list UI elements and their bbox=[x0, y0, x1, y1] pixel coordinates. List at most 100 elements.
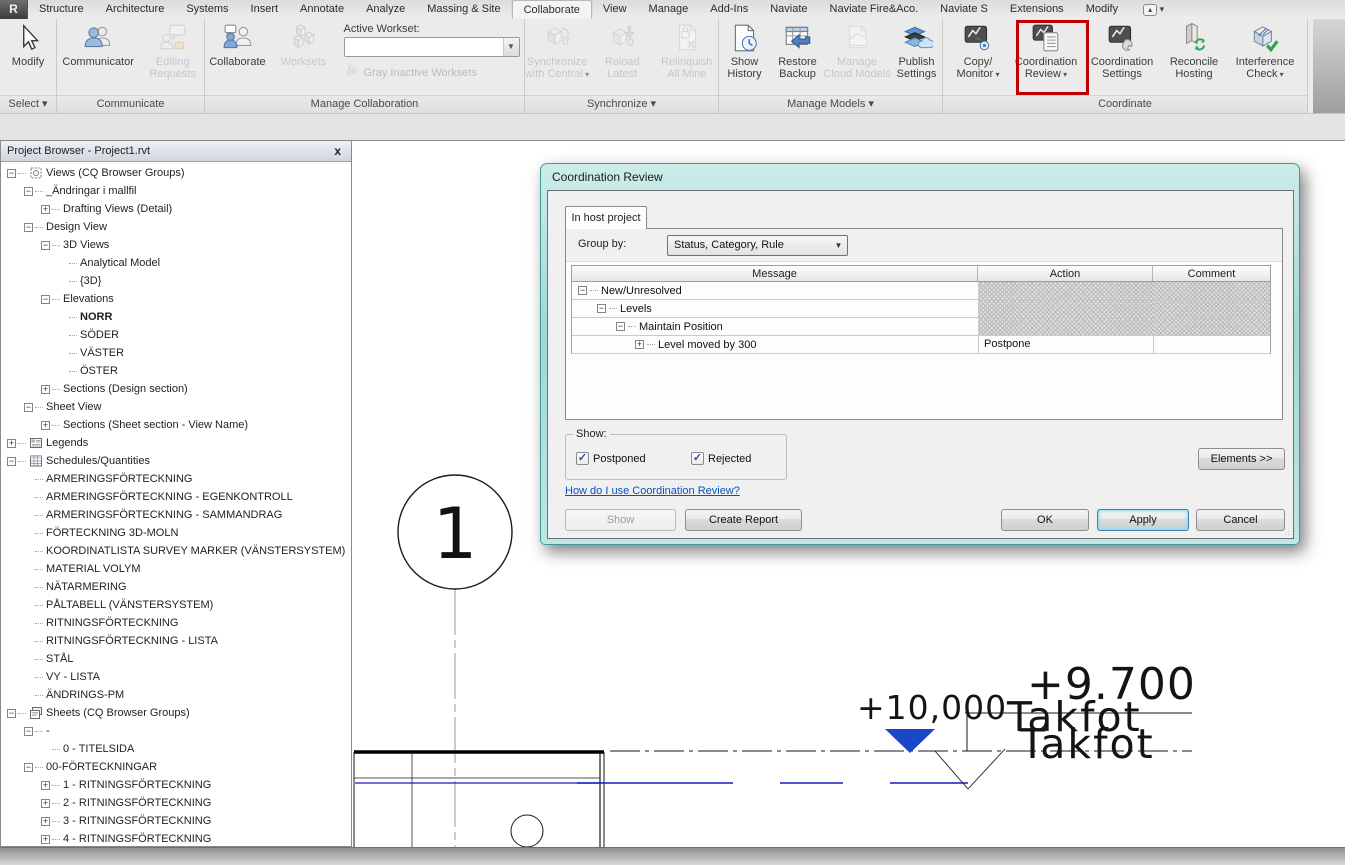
expand-icon[interactable]: + bbox=[41, 817, 50, 826]
table-row[interactable]: −Levels bbox=[571, 300, 1271, 318]
tree-item[interactable]: −Views (CQ Browser Groups) bbox=[1, 164, 351, 182]
tab-naviate-fire-aco-[interactable]: Naviate Fire&Aco. bbox=[819, 0, 930, 19]
tree-item[interactable]: RITNINGSFÖRTECKNING bbox=[1, 614, 351, 632]
collaborate-button[interactable]: Collaborate bbox=[206, 21, 270, 93]
panel-label-coordinate[interactable]: Coordinate bbox=[943, 95, 1307, 113]
tree-item[interactable]: VY - LISTA bbox=[1, 668, 351, 686]
tree-item[interactable]: STÅL bbox=[1, 650, 351, 668]
tree-item[interactable]: ARMERINGSFÖRTECKNING bbox=[1, 470, 351, 488]
expand-icon[interactable]: + bbox=[635, 340, 644, 349]
close-icon[interactable]: x bbox=[330, 144, 345, 158]
expand-icon[interactable]: + bbox=[41, 421, 50, 430]
tree-item[interactable]: −Elevations bbox=[1, 290, 351, 308]
tab-modify[interactable]: Modify bbox=[1075, 0, 1129, 19]
communicator-button[interactable]: Communicator bbox=[57, 21, 139, 93]
tree-item[interactable]: −00-FÖRTECKNINGAR bbox=[1, 758, 351, 776]
panel-label-manage-models[interactable]: Manage Models ▾ bbox=[719, 95, 942, 113]
tree-item[interactable]: Analytical Model bbox=[1, 254, 351, 272]
expand-icon[interactable]: + bbox=[41, 205, 50, 214]
rejected-checkbox[interactable]: ✓ Rejected bbox=[691, 452, 751, 465]
tab-view[interactable]: View bbox=[592, 0, 638, 19]
app-logo-icon[interactable]: R bbox=[0, 0, 28, 19]
cursor-button[interactable]: Modify bbox=[0, 21, 56, 93]
comment-cell[interactable] bbox=[1153, 336, 1270, 353]
tree-item[interactable]: NORR bbox=[1, 308, 351, 326]
collapse-icon[interactable]: − bbox=[24, 763, 33, 772]
tree-item[interactable]: ÄNDRINGS-PM bbox=[1, 686, 351, 704]
tab-naviate[interactable]: Naviate bbox=[759, 0, 818, 19]
create-report-button[interactable]: Create Report bbox=[685, 509, 802, 531]
collapse-icon[interactable]: − bbox=[616, 322, 625, 331]
collapse-icon[interactable]: − bbox=[24, 223, 33, 232]
tree-item[interactable]: −- bbox=[1, 722, 351, 740]
column-header-comment[interactable]: Comment bbox=[1153, 266, 1270, 281]
collapse-icon[interactable]: − bbox=[597, 304, 606, 313]
tab-structure[interactable]: Structure bbox=[28, 0, 95, 19]
tree-item[interactable]: +1 - RITNINGSFÖRTECKNING bbox=[1, 776, 351, 794]
table-row[interactable]: −New/Unresolved bbox=[571, 282, 1271, 300]
tree-item[interactable]: 0 - TITELSIDA bbox=[1, 740, 351, 758]
collapse-icon[interactable]: − bbox=[7, 709, 16, 718]
tree-item[interactable]: +4 - RITNINGSFÖRTECKNING bbox=[1, 830, 351, 846]
interference-check-button[interactable]: InterferenceCheck ▾ bbox=[1228, 21, 1302, 93]
postponed-checkbox[interactable]: ✓ Postponed bbox=[576, 452, 646, 465]
group-by-dropdown[interactable]: Status, Category, Rule ▼ bbox=[667, 235, 848, 256]
tree-item[interactable]: RITNINGSFÖRTECKNING - LISTA bbox=[1, 632, 351, 650]
tab-annotate[interactable]: Annotate bbox=[289, 0, 355, 19]
tree-item[interactable]: +2 - RITNINGSFÖRTECKNING bbox=[1, 794, 351, 812]
tab-insert[interactable]: Insert bbox=[240, 0, 290, 19]
tree-item[interactable]: MATERIAL VOLYM bbox=[1, 560, 351, 578]
tab-analyze[interactable]: Analyze bbox=[355, 0, 416, 19]
column-header-action[interactable]: Action bbox=[978, 266, 1153, 281]
collapse-icon[interactable]: − bbox=[578, 286, 587, 295]
collapse-icon[interactable]: − bbox=[24, 187, 33, 196]
panel-label-communicate[interactable]: Communicate bbox=[57, 95, 204, 113]
collapse-icon[interactable]: − bbox=[41, 241, 50, 250]
tree-item[interactable]: {3D} bbox=[1, 272, 351, 290]
panel-label-select[interactable]: Select ▾ bbox=[0, 95, 56, 113]
tree-item[interactable]: −Schedules/Quantities bbox=[1, 452, 351, 470]
action-cell[interactable]: Postpone bbox=[978, 336, 1153, 353]
tab-extensions[interactable]: Extensions bbox=[999, 0, 1075, 19]
ribbon-display-toggle-icon[interactable]: ▴ ▾ bbox=[1137, 0, 1170, 19]
ok-button[interactable]: OK bbox=[1001, 509, 1089, 531]
show-history-button[interactable]: ShowHistory bbox=[719, 21, 770, 93]
tab-naviate-s[interactable]: Naviate S bbox=[929, 0, 999, 19]
tab-collaborate[interactable]: Collaborate bbox=[512, 0, 592, 19]
tab-massing-site[interactable]: Massing & Site bbox=[416, 0, 511, 19]
collapse-icon[interactable]: − bbox=[7, 169, 16, 178]
tree-item[interactable]: VÄSTER bbox=[1, 344, 351, 362]
tab-systems[interactable]: Systems bbox=[175, 0, 239, 19]
project-browser-titlebar[interactable]: Project Browser - Project1.rvt x bbox=[1, 141, 351, 162]
tree-item[interactable]: KOORDINATLISTA SURVEY MARKER (VÄNSTERSYS… bbox=[1, 542, 351, 560]
tree-item[interactable]: +Drafting Views (Detail) bbox=[1, 200, 351, 218]
tree-item[interactable]: −3D Views bbox=[1, 236, 351, 254]
tree-item[interactable]: −Sheets (CQ Browser Groups) bbox=[1, 704, 351, 722]
expand-icon[interactable]: + bbox=[7, 439, 16, 448]
tree-item[interactable]: ARMERINGSFÖRTECKNING - SAMMANDRAG bbox=[1, 506, 351, 524]
tree-item[interactable]: −Sheet View bbox=[1, 398, 351, 416]
tab-manage[interactable]: Manage bbox=[638, 0, 700, 19]
copy-monitor-button[interactable]: Copy/Monitor ▾ bbox=[948, 21, 1008, 93]
coordination-review-button[interactable]: CoordinationReview ▾ bbox=[1010, 21, 1082, 93]
tree-item[interactable]: +3 - RITNINGSFÖRTECKNING bbox=[1, 812, 351, 830]
tab-in-host-project[interactable]: In host project bbox=[565, 206, 647, 229]
publish-settings-button[interactable]: PublishSettings bbox=[891, 21, 942, 93]
elements-button[interactable]: Elements >> bbox=[1198, 448, 1285, 470]
collapse-icon[interactable]: − bbox=[41, 295, 50, 304]
help-link[interactable]: How do I use Coordination Review? bbox=[565, 485, 740, 497]
table-row[interactable]: +Level moved by 300Postpone bbox=[571, 336, 1271, 354]
expand-icon[interactable]: + bbox=[41, 835, 50, 844]
tree-item[interactable]: +Sections (Sheet section - View Name) bbox=[1, 416, 351, 434]
collapse-icon[interactable]: − bbox=[7, 457, 16, 466]
tree-item[interactable]: +Sections (Design section) bbox=[1, 380, 351, 398]
tree-item[interactable]: +Legends bbox=[1, 434, 351, 452]
panel-label-synchronize[interactable]: Synchronize ▾ bbox=[525, 95, 718, 113]
tab-add-ins[interactable]: Add-Ins bbox=[699, 0, 759, 19]
tree-item[interactable]: −_Ändringar i mallfil bbox=[1, 182, 351, 200]
expand-icon[interactable]: + bbox=[41, 781, 50, 790]
tree-item[interactable]: ARMERINGSFÖRTECKNING - EGENKONTROLL bbox=[1, 488, 351, 506]
tab-architecture[interactable]: Architecture bbox=[95, 0, 176, 19]
tree-item[interactable]: −Design View bbox=[1, 218, 351, 236]
expand-icon[interactable]: + bbox=[41, 385, 50, 394]
